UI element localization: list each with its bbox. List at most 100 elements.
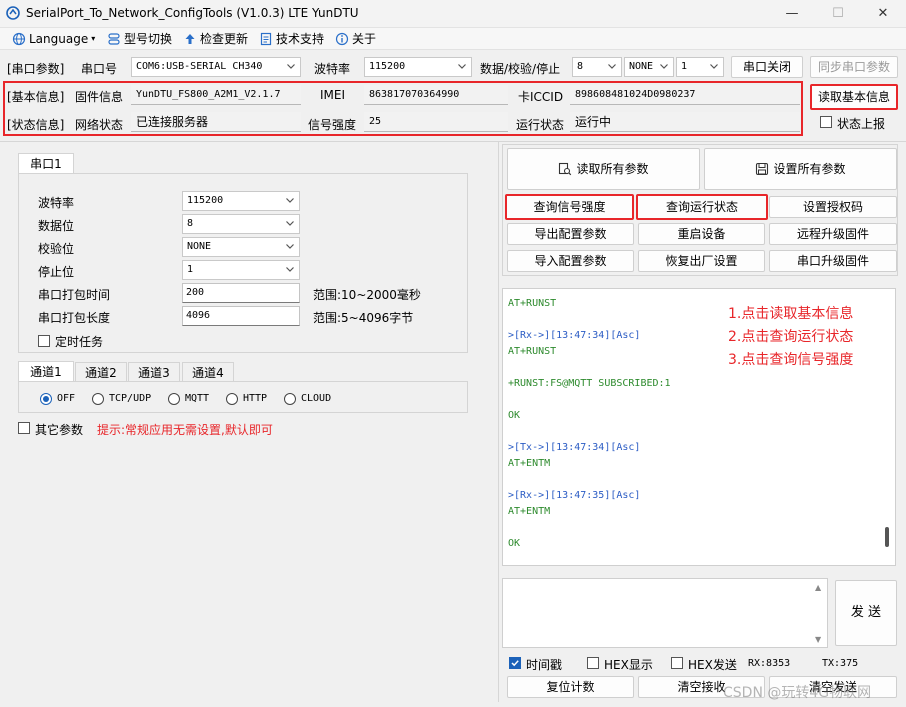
divider xyxy=(0,141,906,142)
remote-upgrade-button[interactable]: 远程升级固件 xyxy=(769,223,897,245)
iccid-label: 卡ICCID xyxy=(518,90,564,104)
menu-model-switch-label: 型号切换 xyxy=(124,32,173,46)
menu-bar: Language ▾ 型号切换 检查更新 技术支持 关于 xyxy=(0,28,906,50)
tab-serial1[interactable]: 串口1 xyxy=(18,153,74,173)
tab-channel2[interactable]: 通道2 xyxy=(75,362,127,382)
hint-text: 提示:常规应用无需设置,默认即可 xyxy=(97,423,273,437)
menu-model-switch[interactable]: 型号切换 xyxy=(107,30,172,48)
hex-display-checkbox[interactable] xyxy=(587,657,599,669)
hex-send-checkbox[interactable] xyxy=(671,657,683,669)
imei-field[interactable]: 863817070364990 xyxy=(364,85,508,105)
port-select[interactable]: COM6:USB-SERIAL CH340 xyxy=(131,57,301,77)
menu-language[interactable]: Language ▾ xyxy=(12,30,95,48)
log-output[interactable]: AT+RUNST >[Rx->][13:47:34][Asc] AT+RUNST… xyxy=(502,288,896,566)
stop-bits-select[interactable]: 1 xyxy=(676,57,724,77)
set-all-params-button[interactable]: 设置所有参数 xyxy=(704,148,897,190)
maximize-button[interactable]: ☐ xyxy=(815,0,861,28)
channel-mode-off-label: OFF xyxy=(57,393,76,404)
document-icon xyxy=(260,32,272,46)
serial-parity-value: NONE xyxy=(187,241,212,252)
annotation-note: 1.点击读取基本信息 xyxy=(728,306,854,322)
other-params-checkbox[interactable] xyxy=(18,422,30,434)
reset-count-button[interactable]: 复位计数 xyxy=(507,676,634,698)
read-all-params-button[interactable]: 读取所有参数 xyxy=(507,148,700,190)
timestamp-checkbox[interactable] xyxy=(509,657,521,669)
signal-strength-label: 信号强度 xyxy=(308,118,357,132)
factory-reset-button[interactable]: 恢复出厂设置 xyxy=(638,250,765,272)
title-bar: SerialPort_To_Network_ConfigTools (V1.0.… xyxy=(0,0,906,28)
signal-strength-field[interactable]: 25 xyxy=(364,112,508,132)
timestamp-label: 时间戳 xyxy=(526,658,563,672)
run-status-label: 运行状态 xyxy=(516,118,565,132)
sync-serial-params-button[interactable]: 同步串口参数 xyxy=(810,56,898,78)
read-basic-info-button[interactable]: 读取基本信息 xyxy=(810,84,898,110)
data-parity-stop-label: 数据/校验/停止 xyxy=(480,62,561,76)
read-all-params-label: 读取所有参数 xyxy=(576,162,649,176)
minimize-button[interactable]: — xyxy=(769,0,815,28)
info-icon xyxy=(335,32,349,46)
watermark: CSDN @玩转4G物联网 xyxy=(723,685,872,701)
send-input[interactable]: ▲ ▼ xyxy=(502,578,828,648)
run-status-field[interactable]: 运行中 xyxy=(570,112,800,132)
channel-mode-off-radio[interactable] xyxy=(40,393,52,405)
serial-data-bits-select[interactable]: 8 xyxy=(182,214,300,234)
channel-mode-mqtt-label: MQTT xyxy=(185,393,210,404)
baud-select[interactable]: 115200 xyxy=(364,57,472,77)
pack-time-input[interactable]: 200 xyxy=(182,283,300,303)
channel-mode-mqtt-radio[interactable] xyxy=(168,393,180,405)
basic-info-section-label: [基本信息] xyxy=(7,90,65,104)
close-port-button[interactable]: 串口关闭 xyxy=(731,56,803,78)
import-config-button[interactable]: 导入配置参数 xyxy=(507,250,634,272)
serial-stop-bits-value: 1 xyxy=(187,264,194,275)
baud-label: 波特率 xyxy=(314,62,351,76)
pack-time-range: 范围:10~2000毫秒 xyxy=(313,288,421,302)
network-status-field[interactable]: 已连接服务器 xyxy=(131,112,301,132)
scroll-down-icon[interactable]: ▼ xyxy=(815,635,821,644)
query-signal-strength-button[interactable]: 查询信号强度 xyxy=(505,194,634,220)
serial-data-bits-label: 数据位 xyxy=(38,219,75,233)
export-config-button[interactable]: 导出配置参数 xyxy=(507,223,634,245)
serial-stop-bits-label: 停止位 xyxy=(38,265,75,279)
tab-channel1[interactable]: 通道1 xyxy=(18,361,74,381)
set-auth-code-button[interactable]: 设置授权码 xyxy=(769,196,897,218)
parity-select[interactable]: NONE xyxy=(624,57,674,77)
log-line: AT+RUNST xyxy=(508,346,557,357)
serial-stop-bits-select[interactable]: 1 xyxy=(182,260,300,280)
menu-about-label: 关于 xyxy=(352,32,377,46)
channel-mode-cloud-radio[interactable] xyxy=(284,393,296,405)
query-run-status-button[interactable]: 查询运行状态 xyxy=(636,194,768,220)
serial-parity-select[interactable]: NONE xyxy=(182,237,300,257)
iccid-field[interactable]: 898608481024D0980237 xyxy=(570,85,800,105)
menu-check-update[interactable]: 检查更新 xyxy=(183,30,248,48)
serial-baud-select[interactable]: 115200 xyxy=(182,191,300,211)
pack-length-input[interactable]: 4096 xyxy=(182,306,300,326)
save-icon xyxy=(756,162,769,176)
tab-channel4[interactable]: 通道4 xyxy=(182,362,234,382)
data-bits-select[interactable]: 8 xyxy=(572,57,622,77)
channel-mode-cloud-label: CLOUD xyxy=(301,393,332,404)
log-line: OK xyxy=(508,538,521,549)
port-label: 串口号 xyxy=(81,62,118,76)
status-report-checkbox[interactable] xyxy=(820,116,832,128)
channel-mode-http-radio[interactable] xyxy=(226,393,238,405)
tab-channel3[interactable]: 通道3 xyxy=(128,362,180,382)
pack-time-label: 串口打包时间 xyxy=(38,288,111,302)
send-button[interactable]: 发 送 xyxy=(835,580,897,646)
firmware-field[interactable]: YunDTU_FS800_A2M1_V2.1.7 xyxy=(131,85,301,105)
hex-display-label: HEX显示 xyxy=(604,658,653,672)
log-scrollbar-thumb[interactable] xyxy=(885,527,889,547)
menu-about[interactable]: 关于 xyxy=(335,30,376,48)
log-line: +RUNST:FS@MQTT SUBSCRIBED:1 xyxy=(508,378,671,389)
check-icon xyxy=(511,660,519,667)
timer-task-checkbox[interactable] xyxy=(38,335,50,347)
model-switch-icon xyxy=(108,33,120,45)
menu-check-update-label: 检查更新 xyxy=(200,32,249,46)
channel-mode-tcpudp-radio[interactable] xyxy=(92,393,104,405)
firmware-label: 固件信息 xyxy=(75,90,124,104)
network-status-label: 网络状态 xyxy=(75,118,124,132)
scroll-up-icon[interactable]: ▲ xyxy=(815,583,821,592)
close-window-button[interactable]: ✕ xyxy=(860,0,906,28)
menu-tech-support[interactable]: 技术支持 xyxy=(259,30,324,48)
restart-device-button[interactable]: 重启设备 xyxy=(638,223,765,245)
serial-upgrade-button[interactable]: 串口升级固件 xyxy=(769,250,897,272)
